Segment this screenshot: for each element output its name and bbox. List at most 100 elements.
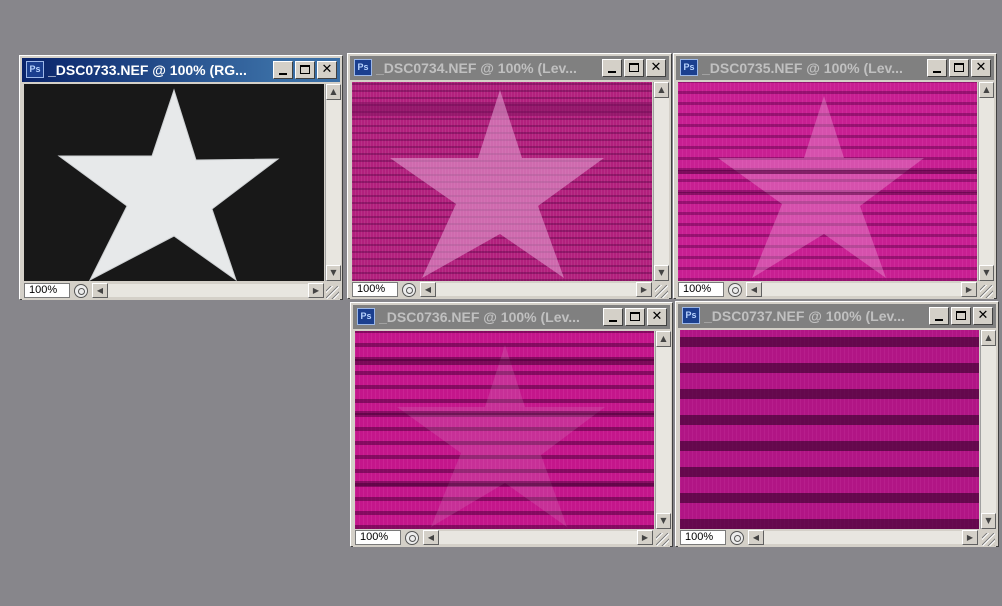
- scroll-left-button[interactable]: ◀: [420, 282, 436, 297]
- document-window-dsc0733[interactable]: Ps _DSC0733.NEF @ 100% (RG... ✕ ▲ ▼ 100%…: [19, 55, 343, 300]
- zoom-level-field[interactable]: 100%: [355, 530, 401, 545]
- scroll-left-button[interactable]: ◀: [748, 530, 764, 545]
- title-bar[interactable]: Ps _DSC0734.NEF @ 100% (Lev... ✕: [350, 56, 669, 80]
- document-info-icon[interactable]: [405, 531, 419, 545]
- resize-grip-icon[interactable]: [655, 285, 668, 298]
- faint-star-image: [352, 90, 652, 278]
- scroll-down-button[interactable]: ▼: [656, 513, 671, 529]
- zoom-level-field[interactable]: 100%: [24, 283, 70, 298]
- document-window-dsc0736[interactable]: Ps _DSC0736.NEF @ 100% (Lev... ✕ ▲ ▼ 100…: [350, 302, 673, 547]
- close-button[interactable]: ✕: [971, 59, 991, 77]
- title-bar[interactable]: Ps _DSC0735.NEF @ 100% (Lev... ✕: [676, 56, 994, 80]
- document-info-icon[interactable]: [74, 284, 88, 298]
- maximize-icon: [954, 63, 964, 72]
- maximize-button[interactable]: [625, 308, 645, 326]
- scroll-right-button[interactable]: ▶: [961, 282, 977, 297]
- image-canvas[interactable]: [355, 331, 654, 529]
- scroll-down-button[interactable]: ▼: [326, 265, 341, 281]
- scroll-right-button[interactable]: ▶: [308, 283, 324, 298]
- maximize-icon: [300, 65, 310, 74]
- document-info-icon[interactable]: [730, 531, 744, 545]
- window-title: _DSC0737.NEF @ 100% (Lev...: [704, 308, 905, 324]
- image-canvas[interactable]: [352, 82, 652, 281]
- resize-grip-icon[interactable]: [656, 533, 669, 546]
- close-icon: ✕: [650, 60, 662, 75]
- close-icon: ✕: [975, 60, 987, 75]
- status-bar: 100% ◀ ▶: [350, 281, 669, 299]
- image-canvas[interactable]: [680, 330, 979, 529]
- image-canvas[interactable]: [24, 84, 324, 281]
- faint-star-image: [678, 96, 977, 278]
- horizontal-scrollbar[interactable]: [762, 283, 961, 296]
- scroll-right-button[interactable]: ▶: [962, 530, 978, 545]
- document-window-dsc0735[interactable]: Ps _DSC0735.NEF @ 100% (Lev... ✕ ▲ ▼ 100…: [673, 53, 997, 299]
- vertical-scrollbar[interactable]: ▲ ▼: [980, 330, 996, 529]
- photoshop-document-icon[interactable]: Ps: [354, 59, 372, 76]
- maximize-button[interactable]: [949, 59, 969, 77]
- vertical-scrollbar[interactable]: ▲ ▼: [653, 82, 669, 281]
- title-bar[interactable]: Ps _DSC0736.NEF @ 100% (Lev... ✕: [353, 305, 670, 329]
- minimize-icon: [935, 319, 943, 321]
- resize-grip-icon[interactable]: [980, 285, 993, 298]
- horizontal-scrollbar[interactable]: [764, 531, 962, 544]
- close-icon: ✕: [321, 62, 333, 77]
- close-button[interactable]: ✕: [973, 307, 993, 325]
- horizontal-scrollbar[interactable]: [439, 531, 637, 544]
- document-window-dsc0734[interactable]: Ps _DSC0734.NEF @ 100% (Lev... ✕ ▲ ▼ 100…: [347, 53, 672, 299]
- noisy-image: [680, 330, 979, 529]
- close-icon: ✕: [977, 308, 989, 323]
- zoom-level-field[interactable]: 100%: [678, 282, 724, 297]
- minimize-icon: [609, 320, 617, 322]
- zoom-level-field[interactable]: 100%: [352, 282, 398, 297]
- noisy-image: [355, 331, 654, 529]
- status-bar: 100% ◀ ▶: [22, 282, 340, 300]
- maximize-icon: [629, 63, 639, 72]
- scroll-up-button[interactable]: ▲: [654, 82, 669, 98]
- maximize-button[interactable]: [624, 59, 644, 77]
- horizontal-scrollbar[interactable]: [108, 284, 308, 297]
- faint-star-image: [355, 345, 654, 527]
- resize-grip-icon[interactable]: [326, 286, 339, 299]
- minimize-button[interactable]: [602, 59, 622, 77]
- minimize-button[interactable]: [927, 59, 947, 77]
- scroll-up-button[interactable]: ▲: [326, 84, 341, 100]
- close-button[interactable]: ✕: [317, 61, 337, 79]
- minimize-button[interactable]: [273, 61, 293, 79]
- photoshop-document-icon[interactable]: Ps: [357, 308, 375, 325]
- title-bar[interactable]: Ps _DSC0737.NEF @ 100% (Lev... ✕: [678, 304, 996, 328]
- vertical-scrollbar[interactable]: ▲ ▼: [655, 331, 671, 529]
- maximize-button[interactable]: [295, 61, 315, 79]
- title-bar[interactable]: Ps _DSC0733.NEF @ 100% (RG... ✕: [22, 58, 340, 82]
- close-button[interactable]: ✕: [646, 59, 666, 77]
- scroll-down-button[interactable]: ▼: [981, 513, 996, 529]
- scroll-left-button[interactable]: ◀: [92, 283, 108, 298]
- scroll-right-button[interactable]: ▶: [636, 282, 652, 297]
- vertical-scrollbar[interactable]: ▲ ▼: [325, 84, 341, 281]
- image-canvas[interactable]: [678, 82, 977, 281]
- resize-grip-icon[interactable]: [982, 533, 995, 546]
- minimize-icon: [933, 71, 941, 73]
- minimize-button[interactable]: [603, 308, 623, 326]
- document-info-icon[interactable]: [728, 283, 742, 297]
- scroll-left-button[interactable]: ◀: [746, 282, 762, 297]
- photoshop-document-icon[interactable]: Ps: [680, 59, 698, 76]
- scroll-down-button[interactable]: ▼: [979, 265, 994, 281]
- scroll-up-button[interactable]: ▲: [979, 82, 994, 98]
- scroll-up-button[interactable]: ▲: [981, 330, 996, 346]
- white-star-image: [24, 84, 324, 281]
- close-button[interactable]: ✕: [647, 308, 667, 326]
- photoshop-document-icon[interactable]: Ps: [26, 61, 44, 78]
- window-title: _DSC0734.NEF @ 100% (Lev...: [376, 60, 577, 76]
- scroll-down-button[interactable]: ▼: [654, 265, 669, 281]
- minimize-button[interactable]: [929, 307, 949, 325]
- vertical-scrollbar[interactable]: ▲ ▼: [978, 82, 994, 281]
- document-window-dsc0737[interactable]: Ps _DSC0737.NEF @ 100% (Lev... ✕ ▲ ▼ 100…: [675, 301, 999, 547]
- scroll-up-button[interactable]: ▲: [656, 331, 671, 347]
- document-info-icon[interactable]: [402, 283, 416, 297]
- scroll-right-button[interactable]: ▶: [637, 530, 653, 545]
- scroll-left-button[interactable]: ◀: [423, 530, 439, 545]
- photoshop-document-icon[interactable]: Ps: [682, 307, 700, 324]
- horizontal-scrollbar[interactable]: [436, 283, 636, 296]
- maximize-button[interactable]: [951, 307, 971, 325]
- zoom-level-field[interactable]: 100%: [680, 530, 726, 545]
